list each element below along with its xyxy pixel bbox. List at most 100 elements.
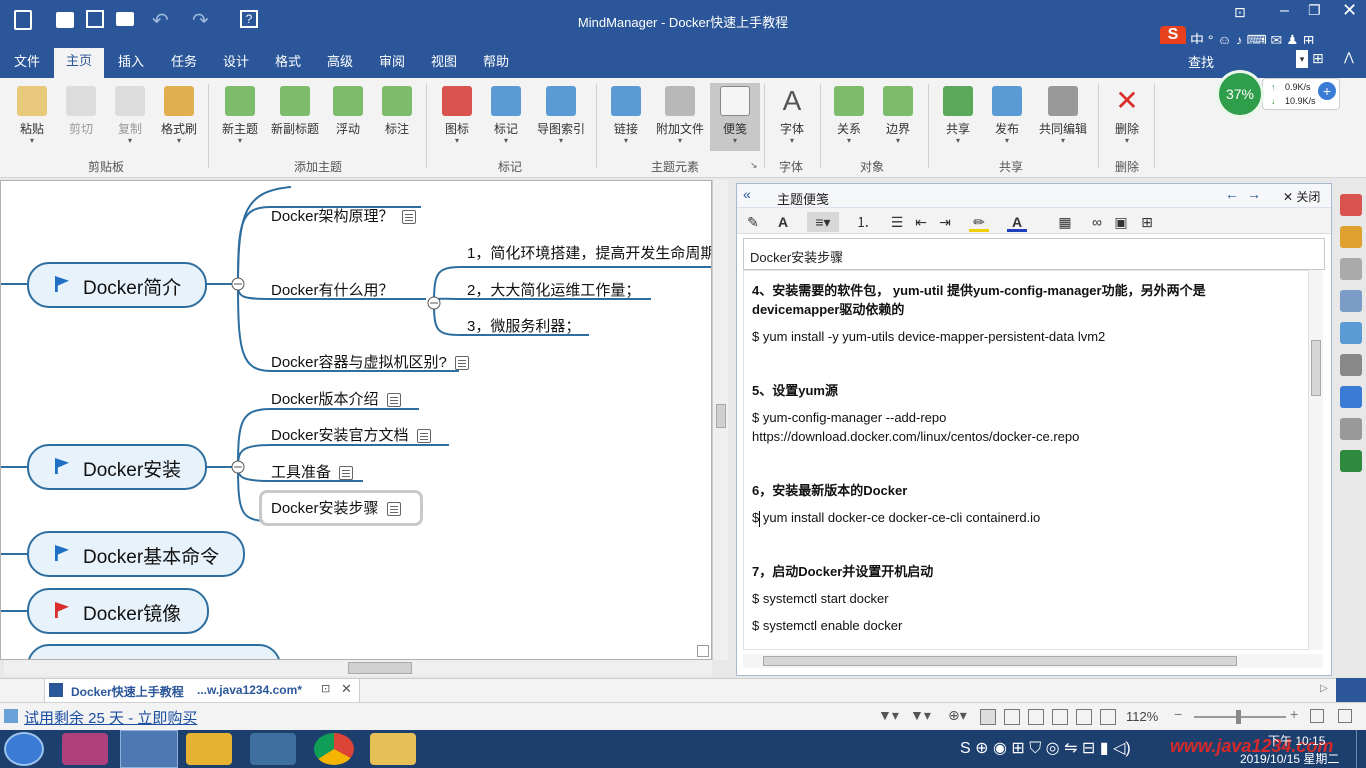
- subtopic-version-intro[interactable]: Docker版本介绍: [271, 388, 401, 409]
- note-icon[interactable]: [339, 466, 354, 481]
- zoom-level[interactable]: 112%: [1126, 709, 1158, 724]
- subtopic-container-vs-vm[interactable]: Docker容器与虚拟机区别?: [271, 351, 469, 372]
- link-map-view-icon[interactable]: [1076, 709, 1092, 725]
- close-tab-icon[interactable]: ✕: [341, 681, 352, 697]
- next-arrow-icon[interactable]: →: [1247, 186, 1261, 202]
- calendar-icon[interactable]: [1340, 226, 1362, 248]
- map-canvas[interactable]: Docker简介 Docker架构原理？ Docker有什么用？ 1，简化环境搭…: [0, 180, 712, 660]
- filter-options-icon[interactable]: ▼▾: [910, 707, 931, 724]
- cut-button[interactable]: 剪切: [55, 86, 107, 137]
- subtopic-architecture[interactable]: Docker架构原理？: [271, 205, 416, 226]
- resources-icon[interactable]: [1340, 258, 1362, 280]
- bullet-list-icon[interactable]: ☰: [887, 212, 907, 232]
- subtopic-tools[interactable]: 工具准备: [271, 461, 354, 482]
- table-icon[interactable]: ▦: [1055, 212, 1075, 232]
- boundary-button[interactable]: 边界 ▾: [872, 86, 924, 145]
- use-item-1[interactable]: 1，简化环境搭建，提高开发生命周期: [467, 242, 711, 263]
- notes-button[interactable]: 便笺 ▾: [710, 83, 760, 151]
- menu-view[interactable]: 视图: [427, 52, 461, 78]
- menu-design[interactable]: 设计: [219, 52, 253, 78]
- restore-button[interactable]: ❐: [1308, 2, 1321, 19]
- new-subtopic-button[interactable]: 新副标题: [268, 86, 322, 137]
- markers-icon[interactable]: [1340, 386, 1362, 408]
- link-button[interactable]: 链接 ▾: [600, 86, 652, 145]
- prev-arrow-icon[interactable]: ←: [1225, 186, 1239, 202]
- clock-date[interactable]: 2019/10/15 星期二: [1240, 750, 1339, 767]
- search-dropdown-icon[interactable]: ▾: [1296, 50, 1308, 68]
- library-icon[interactable]: [1340, 322, 1362, 344]
- map-parts-icon[interactable]: [1340, 290, 1362, 312]
- image-icon[interactable]: ▣: [1111, 212, 1131, 232]
- icon-button[interactable]: 图标 ▾: [431, 86, 483, 145]
- scroll-thumb[interactable]: [1311, 340, 1321, 396]
- map-horizontal-scrollbar[interactable]: [4, 660, 712, 676]
- font-color-icon[interactable]: A: [1007, 212, 1027, 232]
- dialog-launcher-icon[interactable]: ↘: [750, 160, 758, 171]
- floating-topic-button[interactable]: 浮动: [322, 86, 374, 137]
- topic-docker-commands[interactable]: Docker基本命令: [27, 531, 245, 577]
- focus-icon[interactable]: ⊕▾: [948, 707, 967, 724]
- map-index-button[interactable]: 导图索引 ▾: [533, 86, 589, 145]
- publish-button[interactable]: 发布 ▾: [981, 86, 1033, 145]
- relationship-button[interactable]: 关系 ▾: [823, 86, 875, 145]
- map-view-icon[interactable]: [980, 709, 996, 725]
- menu-advanced[interactable]: 高级: [323, 52, 357, 78]
- menu-format[interactable]: 格式: [271, 52, 305, 78]
- callout-button[interactable]: 标注: [371, 86, 423, 137]
- menu-insert[interactable]: 插入: [114, 52, 148, 78]
- highlight-icon[interactable]: ✏: [969, 212, 989, 232]
- zoom-in-icon[interactable]: +: [1290, 706, 1298, 722]
- attach-file-button[interactable]: 附加文件 ▾: [652, 86, 708, 145]
- share-button[interactable]: 共享 ▾: [932, 86, 984, 145]
- start-button[interactable]: [4, 732, 44, 766]
- paste-button[interactable]: 粘贴 ▾: [6, 86, 58, 145]
- collapse-ribbon-icon[interactable]: ⋀: [1344, 50, 1354, 64]
- minimize-button[interactable]: –: [1280, 2, 1289, 20]
- note-icon[interactable]: [401, 210, 416, 225]
- use-item-2[interactable]: 2，大大简化运维工作量；: [467, 279, 640, 300]
- collapse-pane-icon[interactable]: «: [743, 186, 751, 202]
- close-button[interactable]: ✕: [1342, 0, 1357, 21]
- taskbar-app-icon[interactable]: [62, 733, 108, 765]
- use-item-3[interactable]: 3，微服务利器；: [467, 315, 580, 336]
- add-widget-icon[interactable]: +: [1318, 82, 1336, 100]
- font-button[interactable]: A 字体 ▾: [766, 86, 818, 145]
- map-overview-icon[interactable]: [697, 645, 709, 657]
- subtopic-install-steps[interactable]: Docker安装步骤: [271, 497, 401, 518]
- clock-time[interactable]: 下午 10:15: [1268, 732, 1325, 749]
- taskbar-mindmanager[interactable]: [120, 730, 178, 768]
- menu-home[interactable]: 主页: [54, 48, 105, 78]
- outdent-icon[interactable]: ⇤: [911, 212, 931, 232]
- taskbar-remote-desktop[interactable]: [250, 733, 296, 765]
- chrome-icon[interactable]: [314, 733, 354, 765]
- browser-icon[interactable]: [1340, 418, 1362, 440]
- pin-tab-icon[interactable]: ⊡: [321, 682, 330, 695]
- note-icon[interactable]: [454, 356, 469, 371]
- topic-docker-install[interactable]: Docker安装: [27, 444, 207, 490]
- menu-help[interactable]: 帮助: [479, 52, 513, 78]
- scroll-thumb[interactable]: [763, 656, 1237, 666]
- task-info-icon[interactable]: [1340, 194, 1362, 216]
- filter-icon[interactable]: ▼▾: [878, 707, 899, 724]
- hyperlink-icon[interactable]: ∞: [1087, 212, 1107, 232]
- note-horizontal-scrollbar[interactable]: [743, 654, 1323, 668]
- insert-object-icon[interactable]: ⊞: [1137, 212, 1157, 232]
- map-vertical-scrollbar[interactable]: [712, 180, 728, 660]
- font-icon[interactable]: A: [773, 212, 793, 232]
- scroll-thumb[interactable]: [348, 662, 412, 674]
- note-topic-title-field[interactable]: Docker安装步骤: [743, 238, 1325, 270]
- clear-format-icon[interactable]: ✎: [743, 212, 763, 232]
- topic-partial[interactable]: [27, 644, 281, 659]
- format-painter-button[interactable]: 格式刷 ▾: [153, 86, 205, 145]
- show-desktop-button[interactable]: [1356, 730, 1366, 768]
- net-speed-gauge[interactable]: 37%: [1216, 70, 1264, 118]
- note-icon[interactable]: [416, 429, 431, 444]
- zoom-out-icon[interactable]: −: [1174, 706, 1182, 722]
- indent-icon[interactable]: ⇥: [935, 212, 955, 232]
- note-icon[interactable]: [386, 502, 401, 517]
- notes-close-button[interactable]: ✕ 关闭: [1283, 188, 1320, 205]
- index-view-icon[interactable]: [1100, 709, 1116, 725]
- topic-docker-intro[interactable]: Docker简介: [27, 262, 207, 308]
- subtopic-uses[interactable]: Docker有什么用？: [271, 279, 394, 300]
- menu-review[interactable]: 审阅: [375, 52, 409, 78]
